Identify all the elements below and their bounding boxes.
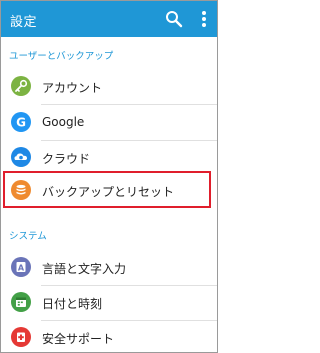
page-title: 設定 bbox=[10, 15, 38, 30]
settings-item-safety[interactable]: 安全サポート bbox=[1, 320, 217, 353]
safety-icon bbox=[11, 327, 31, 347]
settings-item-label: 言語と文字入力 bbox=[42, 262, 127, 276]
svg-text:A: A bbox=[18, 264, 25, 273]
search-icon[interactable] bbox=[163, 8, 185, 30]
settings-item-date-time[interactable]: 日付と時刻 bbox=[1, 285, 217, 320]
cloud-icon bbox=[11, 147, 31, 167]
section-header-system: システム bbox=[9, 231, 47, 242]
svg-text:G: G bbox=[16, 116, 26, 130]
language-icon: A bbox=[11, 257, 31, 277]
settings-item-cloud[interactable]: クラウド bbox=[1, 140, 217, 175]
settings-item-language[interactable]: A 言語と文字入力 bbox=[1, 250, 217, 285]
app-bar: 設定 bbox=[1, 1, 217, 37]
settings-item-label: 日付と時刻 bbox=[42, 297, 103, 311]
settings-item-label: 安全サポート bbox=[42, 332, 115, 346]
section-header-user-backup: ユーザーとバックアップ bbox=[9, 51, 114, 62]
settings-item-google[interactable]: G Google bbox=[1, 105, 217, 140]
calendar-icon bbox=[11, 292, 31, 312]
settings-item-label: クラウド bbox=[42, 152, 91, 166]
settings-item-label: アカウント bbox=[42, 81, 103, 95]
settings-item-label: Google bbox=[42, 115, 85, 129]
key-icon bbox=[11, 76, 31, 96]
settings-item-account[interactable]: アカウント bbox=[1, 69, 217, 104]
more-options-icon[interactable] bbox=[193, 8, 215, 30]
highlight-box bbox=[3, 171, 211, 208]
google-g-icon: G bbox=[11, 112, 31, 132]
